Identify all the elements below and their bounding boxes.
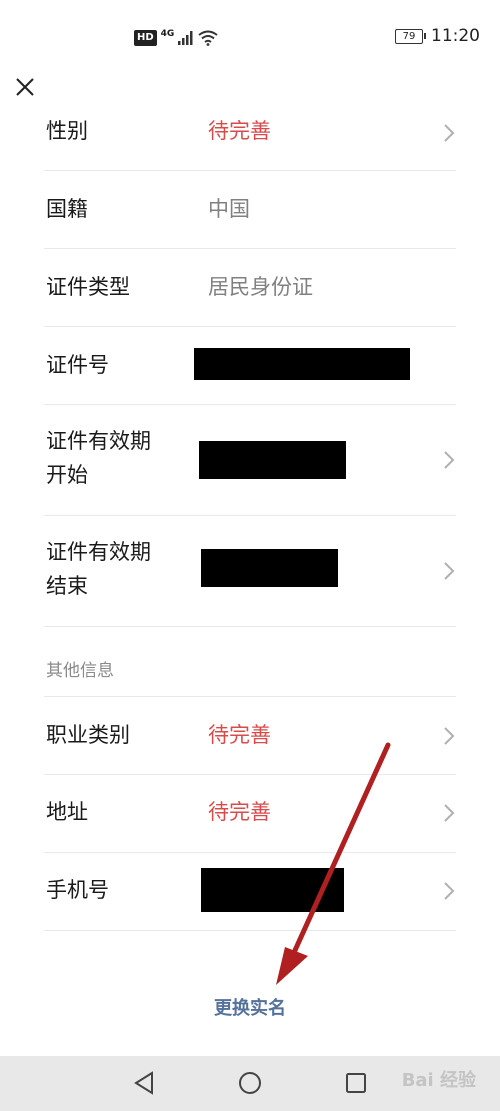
- network-type: 4G: [160, 29, 175, 39]
- clock: 11:20: [431, 26, 480, 46]
- row-occupation[interactable]: 职业类别 待完善: [44, 697, 456, 775]
- row-id-number: 证件号: [44, 326, 456, 405]
- row-id-type: 证件类型 居民身份证: [44, 248, 456, 327]
- hd-badge: HD: [134, 30, 157, 46]
- chevron-right-icon: [444, 124, 455, 142]
- row-value: 待完善: [208, 119, 271, 143]
- row-value: 待完善: [208, 723, 271, 747]
- chevron-right-icon: [444, 882, 455, 900]
- row-label-line1: 证件有效期: [46, 429, 151, 453]
- system-nav-bar: Bai 经验: [0, 1056, 500, 1111]
- row-label: 手机号: [46, 878, 109, 902]
- status-right: 79 11:20: [395, 26, 480, 46]
- battery-icon: 79: [395, 28, 426, 44]
- home-circle-icon[interactable]: [237, 1070, 263, 1096]
- row-value: 居民身份证: [208, 275, 313, 299]
- row-label-line2: 开始: [46, 463, 88, 487]
- row-value: 中国: [208, 197, 250, 221]
- row-value: 待完善: [208, 800, 271, 824]
- row-id-valid-end[interactable]: 证件有效期 结束: [44, 515, 456, 627]
- row-label: 职业类别: [46, 723, 130, 747]
- row-label: 证件号: [46, 353, 109, 377]
- wifi-icon: [198, 30, 218, 46]
- row-address[interactable]: 地址 待完善: [44, 774, 456, 853]
- redacted-value: [199, 441, 346, 479]
- redacted-value: [201, 868, 344, 912]
- network-indicators: HD 4G: [134, 28, 218, 48]
- chevron-right-icon: [444, 727, 455, 745]
- change-real-name-button[interactable]: 更换实名: [0, 994, 500, 1020]
- row-label: 证件类型: [46, 275, 130, 299]
- row-label-line1: 证件有效期: [46, 540, 151, 564]
- row-gender[interactable]: 性别 待完善: [44, 114, 456, 171]
- row-label: 国籍: [46, 197, 88, 221]
- redacted-value: [201, 549, 338, 587]
- row-phone[interactable]: 手机号: [44, 852, 456, 931]
- row-id-valid-start[interactable]: 证件有效期 开始: [44, 404, 456, 516]
- section-header-other-info: 其他信息: [46, 661, 114, 681]
- section-divider: [44, 680, 456, 697]
- signal-icon: [178, 31, 193, 45]
- row-label: 性别: [46, 119, 88, 143]
- redacted-value: [194, 348, 410, 380]
- row-label-line2: 结束: [46, 574, 88, 598]
- chevron-right-icon: [444, 451, 455, 469]
- row-label: 地址: [46, 800, 88, 824]
- back-triangle-icon[interactable]: [132, 1070, 156, 1096]
- chevron-right-icon: [444, 804, 455, 822]
- close-icon[interactable]: [14, 76, 36, 98]
- row-nationality: 国籍 中国: [44, 170, 456, 249]
- chevron-right-icon: [444, 562, 455, 580]
- recents-square-icon[interactable]: [344, 1070, 368, 1096]
- status-bar: HD 4G 79 11:20: [0, 0, 500, 72]
- watermark: Bai 经验: [401, 1070, 476, 1091]
